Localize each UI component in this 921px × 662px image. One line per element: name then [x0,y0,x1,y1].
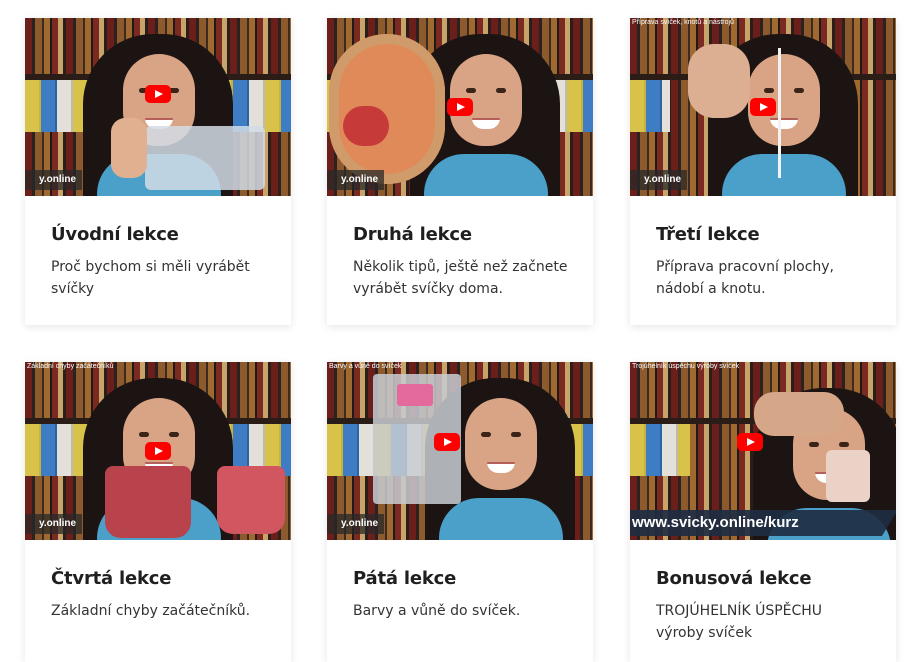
video-thumbnail[interactable]: y.online [25,18,291,196]
lesson-description: Základní chyby začátečníků. [51,603,251,619]
video-title: Trojúhelník úspěchu výroby svíček [632,363,740,370]
hand-prop [111,118,147,178]
hand-prop [688,44,750,118]
lesson-description: Barvy a vůně do svíček. [353,603,521,619]
lesson-title[interactable]: Čtvrtá lekce [51,568,171,589]
lesson-description: Příprava pracovní plochy, nádobí a knotu… [656,259,835,297]
candle-prop [343,106,389,146]
course-url-banner: www.svicky.online/kurz [630,510,896,536]
lesson-title[interactable]: Třetí lekce [656,224,760,245]
lesson-description: TROJÚHELNÍK ÚSPĚCHU výroby svíček [656,603,823,641]
lesson-description: Několik tipů, ještě než začnete vyrábět … [353,259,568,297]
youtube-play-icon[interactable] [145,85,171,103]
channel-watermark: y.online [327,170,385,190]
video-title: Základní chyby začátečníků [27,363,114,370]
candle-prop [105,466,191,538]
dye-label-prop [397,384,433,406]
video-thumbnail[interactable]: Barvy a vůně do svíček y.online [327,362,593,540]
lesson-card[interactable]: y.online Úvodní lekce Proč bychom si měl… [25,18,291,325]
lesson-title[interactable]: Pátá lekce [353,568,456,589]
candle-prop [826,450,870,502]
lesson-card[interactable]: Základní chyby začátečníků y.online Čtvr… [25,362,291,662]
lesson-title[interactable]: Úvodní lekce [51,224,179,245]
video-thumbnail[interactable]: y.online [327,18,593,196]
candle-prop [217,466,285,534]
channel-watermark: y.online [630,170,688,190]
youtube-play-icon[interactable] [145,442,171,460]
youtube-play-icon[interactable] [434,433,460,451]
wick-prop [778,48,781,178]
lesson-title[interactable]: Bonusová lekce [656,568,812,589]
lesson-title[interactable]: Druhá lekce [353,224,472,245]
channel-watermark: y.online [25,170,83,190]
video-title: Příprava svíček, knotů a nástrojů [632,19,734,26]
lesson-card[interactable]: Barvy a vůně do svíček y.online Pátá lek… [327,362,593,662]
youtube-play-icon[interactable] [750,98,776,116]
binder-row [630,424,690,476]
video-thumbnail[interactable]: Příprava svíček, knotů a nástrojů y.onli… [630,18,896,196]
lesson-description: Proč bychom si měli vyrábět svíčky [51,259,250,297]
binder-row [630,80,670,132]
channel-watermark: y.online [327,514,385,534]
video-thumbnail[interactable]: Trojúhelník úspěchu výroby svíček www.sv… [630,362,896,540]
video-thumbnail[interactable]: Základní chyby začátečníků y.online [25,362,291,540]
lesson-card[interactable]: Příprava svíček, knotů a nástrojů y.onli… [630,18,896,325]
lesson-card[interactable]: Trojúhelník úspěchu výroby svíček www.sv… [630,362,896,662]
youtube-play-icon[interactable] [447,98,473,116]
lesson-card[interactable]: y.online Druhá lekce Několik tipů, ještě… [327,18,593,325]
youtube-play-icon[interactable] [737,433,763,451]
candle-mold-prop [329,34,445,184]
video-title: Barvy a vůně do svíček [329,363,402,370]
hand-prop [754,392,844,436]
channel-watermark: y.online [25,514,83,534]
candle-box-prop [145,126,265,190]
